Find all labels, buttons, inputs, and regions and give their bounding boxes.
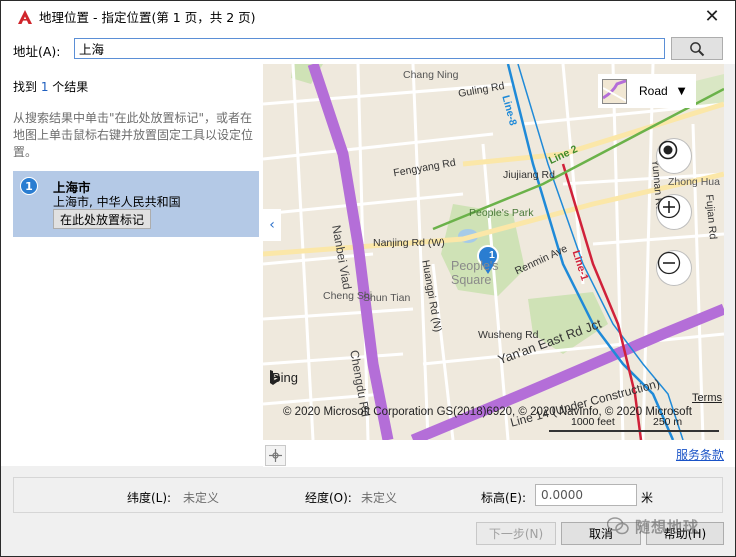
locate-me-button[interactable]: [657, 139, 691, 173]
map-label-nanjing: Nanjing Rd (W): [373, 237, 445, 249]
map-label-jiujiang: Jiujiang Rd: [503, 169, 555, 181]
elevation-input[interactable]: [535, 484, 637, 506]
place-marker-button[interactable]: 在此处放置标记: [53, 209, 151, 229]
result-count-prefix: 找到: [13, 80, 41, 94]
map-view[interactable]: 1 Chang Ning Nanbei Viad Chengdu Rd Peop…: [263, 64, 724, 440]
latitude-label: 纬度(L):: [127, 491, 172, 505]
map-label-zhonghua: Zhong Hua: [668, 176, 720, 188]
longitude-label: 经度(O):: [305, 491, 352, 505]
elevation-unit: 米: [641, 491, 654, 505]
longitude-value: 未定义: [361, 491, 398, 505]
map-label-people-square: People's Square: [451, 259, 499, 287]
elevation-label: 标高(E):: [481, 491, 526, 505]
geolocation-dialog: 地理位置 - 指定位置(第 1 页，共 2 页) ✕ 地址(A): 找到 1 个…: [0, 0, 736, 557]
chevron-left-icon: ‹: [269, 217, 275, 233]
map-label-people-park: People's Park: [469, 207, 534, 219]
close-icon: ✕: [704, 6, 720, 27]
map-type-label: Road: [639, 84, 668, 98]
collapse-panel-button[interactable]: ‹: [263, 209, 281, 241]
result-description: 上海市, 中华人民共和国: [53, 195, 181, 209]
plus-icon: [657, 195, 681, 219]
address-row: 地址(A):: [1, 32, 735, 64]
pin-tool-button[interactable]: [265, 445, 286, 466]
results-panel: 找到 1 个结果 从搜索结果中单击"在此处放置标记"，或者在地图上单击鼠标右键并…: [1, 64, 263, 466]
title-bar: 地理位置 - 指定位置(第 1 页，共 2 页) ✕: [1, 1, 735, 32]
map-footer-row: 服务条款: [263, 440, 735, 467]
crosshair-pin-icon: [269, 449, 282, 462]
service-terms-link[interactable]: 服务条款: [676, 446, 724, 463]
instruction-hint: 从搜索结果中单击"在此处放置标记"，或者在地图上单击鼠标右键并放置固定工具以设定…: [13, 111, 254, 159]
minus-icon: [657, 251, 681, 275]
latitude-value: 未定义: [183, 491, 220, 505]
result-item[interactable]: 1 上海市 上海市, 中华人民共和国 在此处放置标记: [13, 171, 259, 237]
scale-meter-label: 250 m: [653, 416, 683, 428]
search-icon: [690, 41, 705, 56]
address-label: 地址(A):: [13, 44, 61, 59]
chevron-down-icon: ▼: [677, 85, 686, 97]
zoom-in-button[interactable]: [657, 195, 691, 229]
map-label-changning: Chang Ning: [403, 69, 459, 81]
map-type-selector[interactable]: Road ▼: [598, 74, 696, 108]
locate-icon: [658, 140, 678, 160]
search-button[interactable]: [671, 37, 723, 60]
map-label-wusheng: Wusheng Rd: [478, 329, 539, 341]
result-count-suffix: 个结果: [48, 80, 89, 94]
close-button[interactable]: ✕: [689, 1, 735, 32]
address-input[interactable]: [74, 38, 665, 59]
coordinates-panel: 纬度(L): 未定义 经度(O): 未定义 标高(E): 米: [13, 477, 723, 513]
cancel-button[interactable]: 取消: [561, 522, 641, 545]
window-title: 地理位置 - 指定位置(第 1 页，共 2 页): [39, 10, 256, 25]
next-button[interactable]: 下一步(N): [476, 522, 556, 545]
bing-icon: [270, 370, 280, 385]
scale-feet-label: 1000 feet: [571, 416, 615, 428]
result-pin-icon: 1: [20, 177, 38, 195]
road-map-thumbnail-icon: [602, 78, 627, 104]
zoom-out-button[interactable]: [657, 251, 691, 285]
bing-logo: Bing: [269, 370, 298, 385]
map-terms-link[interactable]: Terms: [692, 392, 722, 404]
map-label-chengshi: Cheng Shi: [323, 290, 373, 302]
help-button[interactable]: 帮助(H): [646, 522, 724, 545]
map-copyright: © 2020 Microsoft Corporation GS(2018)692…: [283, 406, 692, 418]
autocad-icon: [18, 9, 32, 24]
result-count: 找到 1 个结果: [13, 78, 88, 95]
scale-bar: [549, 428, 719, 432]
